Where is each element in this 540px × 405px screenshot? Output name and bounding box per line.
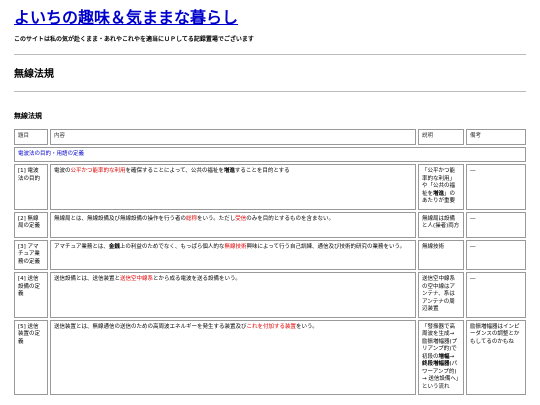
text-segment: とから成る電波を送る設備をいう。 xyxy=(153,276,241,282)
row-title: [4] 送信設備の定義 xyxy=(14,272,48,318)
row-title: [3] アマチュア業務の定義 xyxy=(14,239,48,270)
row-content: アマチュア業務とは、金銭上の利益のためでなく、もっぱら個人的な無線技術興味によっ… xyxy=(50,239,416,270)
divider xyxy=(14,91,526,92)
law-table: 題目 内容 説明 備考 電波法の目的・用語の定義 [1] 電波法の目的 電波の公平… xyxy=(12,127,528,397)
row-note: ― xyxy=(466,211,526,238)
row-content: 送信装置とは、無線通信の送信のための高周波エネルギーを発生する装置及びこれを付加… xyxy=(50,319,416,395)
row-explain: 無線局は設備と人(操者)両方 xyxy=(418,211,464,238)
text-segment: 送信空中線系の空中線はアンテナ、系はアンテナの周辺装置 xyxy=(422,276,456,312)
text-segment: 興味によって行う自己訓練、通信及び技術的研究の業務をいう。 xyxy=(246,243,406,250)
row-explain: 送信空中線系の空中線はアンテナ、系はアンテナの周辺装置 xyxy=(418,272,464,318)
table-row: [4] 送信設備の定義 送信設備とは、送信装置と送信空中線系とから成る電波を送る設… xyxy=(14,272,526,318)
site-tagline: このサイトは私の気が赴くまま・あれやこれやを適当にＵＰしてる記録置場でございます xyxy=(14,36,254,43)
highlight-text: 公平かつ能率的な利用 xyxy=(70,168,126,174)
page-heading: 無線法規 xyxy=(14,69,54,80)
section-label: 電波法の目的・用語の定義 xyxy=(14,146,526,162)
row-content: 送信設備とは、送信装置と送信空中線系とから成る電波を送る設備をいう。 xyxy=(50,272,416,318)
row-note: ― xyxy=(466,272,526,318)
text-segment: → xyxy=(449,353,455,360)
text-segment: アマチュア業務とは、 xyxy=(54,243,109,250)
row-content: 無線局とは、無線設備及び無線設備の操作を行う者の総称をいう。ただし受信のみを目的… xyxy=(50,211,416,238)
row-explain: 無線技術 xyxy=(418,239,464,270)
highlight-text: 総称 xyxy=(186,215,198,222)
text-segment: 電波の xyxy=(54,168,71,174)
highlight-text: 無線技術 xyxy=(224,243,247,250)
bold-text: 増進 xyxy=(223,168,235,174)
highlight-text: これを付加する装置 xyxy=(246,323,297,330)
table-row: [3] アマチュア業務の定義 アマチュア業務とは、金銭上の利益のためでなく、もっぱ… xyxy=(14,239,526,270)
text-segment: 無線技術 xyxy=(422,243,445,250)
table-row: [2] 無線局の定義 無線局とは、無線設備及び無線設備の操作を行う者の総称をいう。… xyxy=(14,211,526,238)
row-explain: 「公平かつ能率的な利用」や「公共の福祉を増進」のあたりが重要 xyxy=(418,164,464,210)
text-segment: を確保することによって、公共の福祉を xyxy=(125,168,224,174)
bold-text: 増幅 xyxy=(438,353,450,360)
table-header-row: 題目 内容 説明 備考 xyxy=(14,129,526,145)
site-title-link[interactable]: よいちの趣味＆気ままな暮らし xyxy=(14,8,526,28)
section-row: 電波法の目的・用語の定義 xyxy=(14,146,526,162)
text-segment: 無線局とは、無線設備及び無線設備の操作を行う者の xyxy=(54,215,187,222)
column-header-note: 備考 xyxy=(466,129,526,145)
row-note: ― xyxy=(466,164,526,210)
column-header-content: 内容 xyxy=(50,129,416,145)
text-segment: 送信装置とは、無線通信の送信のための高周波エネルギーを発生する装置及び xyxy=(54,323,247,330)
text-segment: 上の利益のためでなく、もっぱら個人的な xyxy=(119,243,225,250)
table-row: [5] 送信装置の定義 送信装置とは、無線通信の送信のための高周波エネルギーを発生… xyxy=(14,319,526,395)
text-segment: をいう。 xyxy=(296,323,318,330)
bold-text: 終段増幅器 xyxy=(422,361,450,367)
highlight-text: 受信 xyxy=(235,215,247,222)
row-title: [2] 無線局の定義 xyxy=(14,211,48,238)
text-segment: 送信設備とは、送信装置と xyxy=(54,276,121,282)
text-segment: をいう。ただし xyxy=(197,215,236,222)
column-header-title: 題目 xyxy=(14,129,48,145)
row-note: ― xyxy=(466,239,526,270)
row-note: 励振増幅器はインピーダンスの調整とかもしてるのかもね xyxy=(466,319,526,395)
column-header-explain: 説明 xyxy=(418,129,464,145)
highlight-text: 送信空中線系 xyxy=(120,276,154,282)
divider xyxy=(14,54,526,55)
page-container: よいちの趣味＆気ままな暮らし このサイトは私の気が赴くまま・あれやこれやを適当に… xyxy=(0,0,540,397)
row-title: [1] 電波法の目的 xyxy=(14,164,48,210)
row-title: [5] 送信装置の定義 xyxy=(14,319,48,395)
text-segment: 無線局は設備と人(操者)両方 xyxy=(422,215,460,230)
row-content: 電波の公平かつ能率的な利用を確保することによって、公共の福祉を増進することを目的… xyxy=(50,164,416,210)
section-heading: 無線法規 xyxy=(14,112,42,120)
bold-text: 増進 xyxy=(433,190,445,197)
table-row: [1] 電波法の目的 電波の公平かつ能率的な利用を確保することによって、公共の福祉… xyxy=(14,164,526,210)
bold-text: 金銭 xyxy=(108,243,120,250)
row-explain: 「發振器で高周波を生成→ 励振増幅器(プリアンプ的)で初段の増幅→ 終段増幅器(… xyxy=(418,319,464,395)
text-segment: することを目的とする xyxy=(234,168,290,174)
text-segment: のみを目的とするものを含まない。 xyxy=(246,215,335,222)
